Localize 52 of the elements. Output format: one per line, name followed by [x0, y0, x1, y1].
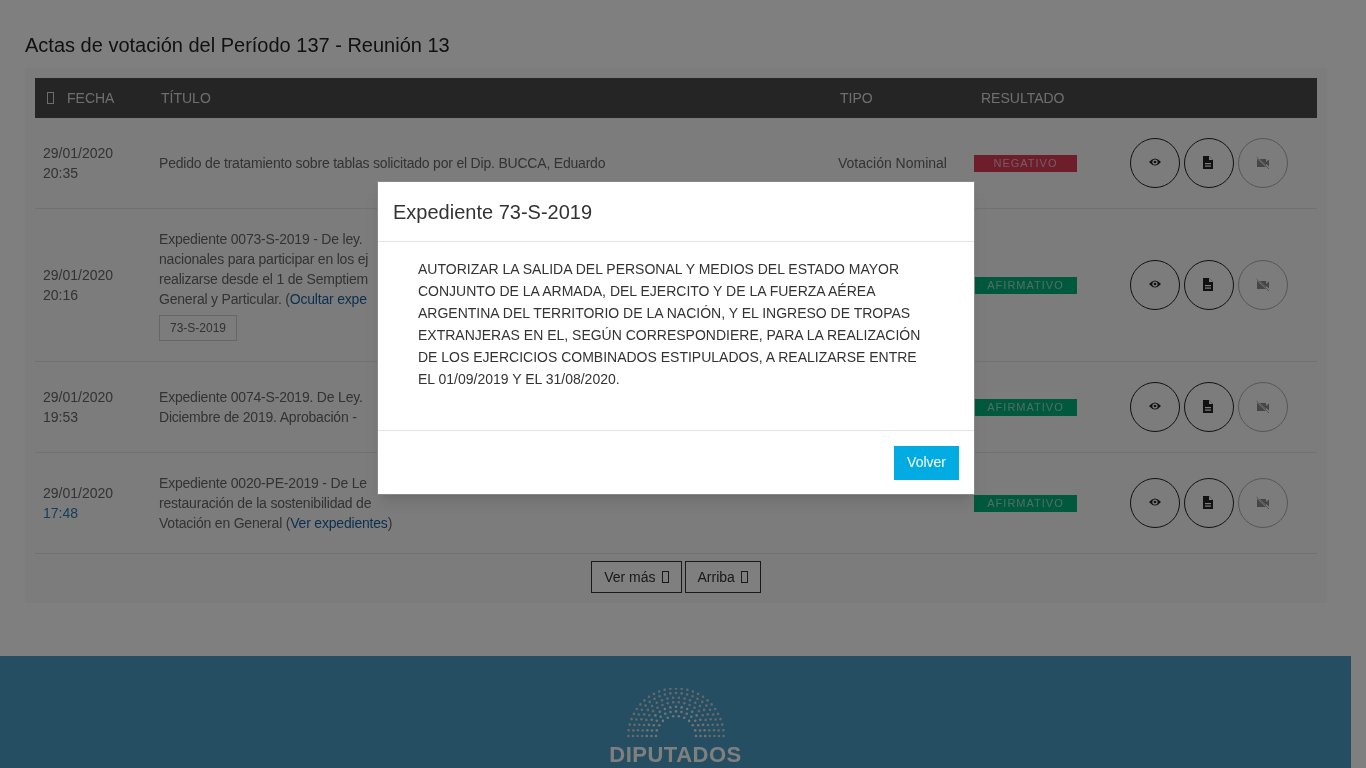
time-text: 17:48 [43, 504, 80, 523]
document-button[interactable] [1184, 138, 1234, 188]
expedientes-link[interactable]: Ocultar expe [289, 291, 367, 307]
logo-text: DIPUTADOS [609, 742, 742, 768]
column-header[interactable]: TÍTULO [161, 87, 211, 109]
document-button[interactable] [1184, 260, 1234, 310]
type-text: Votación Nominal [838, 154, 947, 171]
expedientes-link[interactable]: Ver expedientes [290, 515, 388, 531]
modal-text: AUTORIZAR LA SALIDA DEL PERSONAL Y MEDIOS DEL ESTADO MAYOR CONJUNTO DE LA ARMADA, DEL EJERCITO Y DE LA FUERZA AÉREA ARGENTINA DEL TERRITORIO DE LA NACIÓN, Y EL INGRESO DE TROPAS EXTRANJERAS EN EL, SEGÚN CORRESPONDIERE, PARA LA REALIZACIÓN DE LOS EJERCICIOS COMBINADOS ESTIPULADOS, A REALIZARSE ENTRE EL 01/09/2019 Y EL 31/08/2020. [418, 260, 922, 389]
view-button[interactable] [1130, 138, 1180, 188]
view-button[interactable] [1130, 260, 1180, 310]
document-icon [1202, 496, 1216, 510]
result-badge: AFIRMATIVO [974, 276, 1077, 294]
back-button[interactable]: Volver [894, 445, 959, 480]
pager-button[interactable]: Ver más [591, 561, 682, 593]
result-badge: AFIRMATIVO [974, 398, 1077, 416]
view-button[interactable] [1130, 478, 1180, 528]
pager-button[interactable]: Arriba [684, 561, 761, 593]
square-icon [661, 571, 669, 583]
title-text: Expediente 0073-S-2019 - De ley. [159, 230, 363, 249]
title-text: nacionales para participar en los ej [159, 250, 369, 269]
title-text: Expediente 0020-PE-2019 - De Le [159, 474, 367, 493]
title-text: Votación en General (Ver expedientes) [159, 514, 393, 533]
time-text: 20:16 [43, 286, 80, 305]
document-icon [1202, 278, 1216, 292]
title-text: restauración de la sostenibilidad de [159, 494, 372, 513]
document-icon [1202, 156, 1216, 170]
page-title: Actas de votación del Período 137 - Reunión 13 [25, 33, 450, 58]
column-header[interactable]: RESULTADO [981, 87, 1065, 109]
title-text: Diciembre de 2019. Aprobación - [159, 408, 357, 427]
square-icon [47, 92, 54, 104]
date-text: 29/01/2020 [43, 266, 115, 285]
date-text: 29/01/2020 [43, 144, 115, 163]
expediente-tag[interactable]: 73-S-2019 [159, 315, 238, 341]
result-badge: NEGATIVO [974, 154, 1077, 172]
document-icon [1202, 400, 1216, 414]
time-text: 19:53 [43, 408, 80, 427]
column-header[interactable]: FECHA [67, 87, 115, 109]
result-badge: AFIRMATIVO [974, 494, 1077, 512]
view-button[interactable] [1130, 382, 1180, 432]
square-icon [740, 571, 748, 583]
time-text: 20:35 [43, 164, 80, 183]
document-button[interactable] [1184, 382, 1234, 432]
title-text: realizarse desde el 1 de Semptiem [159, 270, 368, 289]
title-text: Pedido de tratamiento sobre tablas solicitado por el Dip. BUCCA, Eduardo [159, 154, 606, 173]
title-text: General y Particular. (Ocultar expe [159, 290, 367, 309]
column-header[interactable]: TIPO [840, 87, 873, 109]
date-text: 29/01/2020 [43, 484, 115, 503]
date-text: 29/01/2020 [43, 388, 115, 407]
modal-title: Expediente 73-S-2019 [393, 199, 593, 225]
document-button[interactable] [1184, 478, 1234, 528]
title-text: Expediente 0074-S-2019. De Ley. [159, 388, 363, 407]
